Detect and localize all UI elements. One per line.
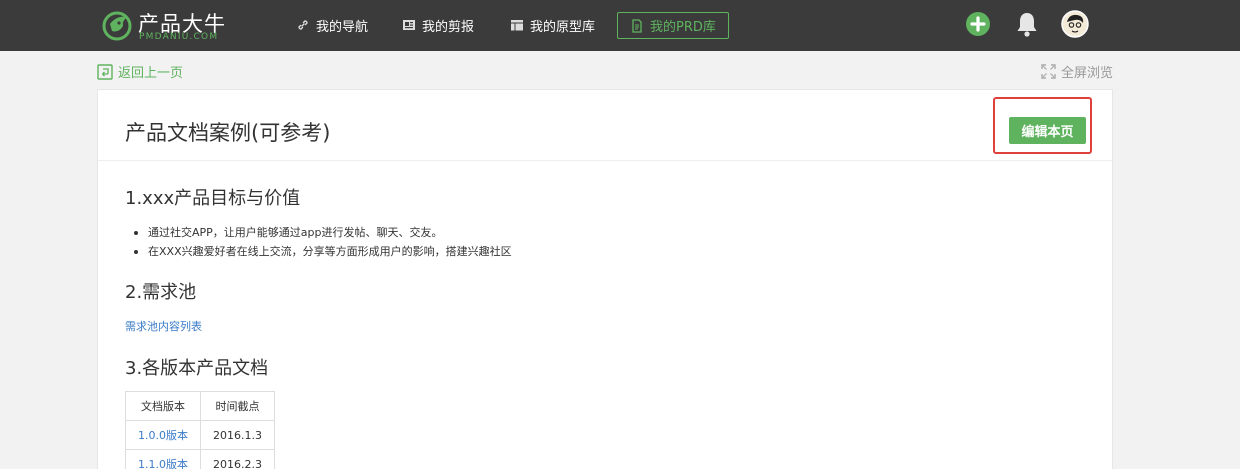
requirements-list-link[interactable]: 需求池内容列表 [125,318,202,334]
top-navigation-bar: 产品大牛 PMDANIU.COM 我的导航 我的剪报 我的原型库 我的PRD库 [0,0,1240,51]
edit-button-highlight: 编辑本页 [993,97,1092,154]
layout-icon [511,20,523,31]
column-header: 文档版本 [125,391,201,421]
page-title: 产品文档案例(可参考) [125,121,331,145]
nav-label: 我的PRD库 [650,20,716,35]
nav-my-prototypes[interactable]: 我的原型库 [510,12,595,38]
bull-logo-icon [102,11,132,41]
version-link[interactable]: 1.0.0版本 [125,420,201,450]
back-label: 返回上一页 [118,66,184,81]
version-link[interactable]: 1.1.0版本 [125,449,201,469]
list-item: 在XXX兴趣爱好者在线上交流，分享等方面形成用户的影响，搭建兴趣社区 [134,242,512,261]
nav-label: 我的导航 [316,19,369,35]
table-cell: 2016.1.3 [200,420,275,450]
table-row: 1.0.0版本 2016.1.3 [125,420,275,450]
document-card: 产品文档案例(可参考) 编辑本页 1.xxx产品目标与价值 通过社交APP，让用… [97,89,1113,469]
goals-list: 通过社交APP，让用户能够通过app进行发帖、聊天、交友。 在XXX兴趣爱好者在… [134,223,512,261]
column-header: 时间截点 [200,391,275,421]
table-cell: 2016.2.3 [200,449,275,469]
section-heading-requirements: 2.需求池 [125,282,197,303]
clipping-icon [403,20,415,30]
add-icon[interactable] [965,11,991,37]
fullscreen-button[interactable]: 全屏浏览 [1041,62,1113,81]
back-arrow-icon [97,63,113,80]
table-row: 1.1.0版本 2016.2.3 [125,449,275,469]
section-heading-versions: 3.各版本产品文档 [125,358,269,379]
nav-my-prd-library[interactable]: 我的PRD库 [617,12,729,39]
expand-icon [1041,64,1056,79]
back-button[interactable]: 返回上一页 [97,62,183,81]
edit-page-button[interactable]: 编辑本页 [1009,117,1086,144]
table-header-row: 文档版本 时间截点 [125,391,275,421]
document-icon [632,18,642,33]
avatar[interactable] [1061,10,1089,38]
nav-label: 我的剪报 [422,19,475,35]
nav-my-navigation[interactable]: 我的导航 [296,12,368,38]
fullscreen-label: 全屏浏览 [1060,66,1113,81]
link-icon [298,20,308,30]
brand-domain: PMDANIU.COM [139,32,219,42]
section-heading-goals: 1.xxx产品目标与价值 [125,188,301,209]
versions-table: 文档版本 时间截点 1.0.0版本 2016.1.3 1.1.0版本 2016.… [125,391,275,469]
nav-label: 我的原型库 [530,19,596,35]
document-header: 产品文档案例(可参考) 编辑本页 [98,90,1112,161]
list-item: 通过社交APP，让用户能够通过app进行发帖、聊天、交友。 [134,223,512,242]
nav-my-clippings[interactable]: 我的剪报 [402,12,474,38]
logo[interactable]: 产品大牛 PMDANIU.COM [101,9,231,45]
bell-icon[interactable] [1015,10,1039,38]
